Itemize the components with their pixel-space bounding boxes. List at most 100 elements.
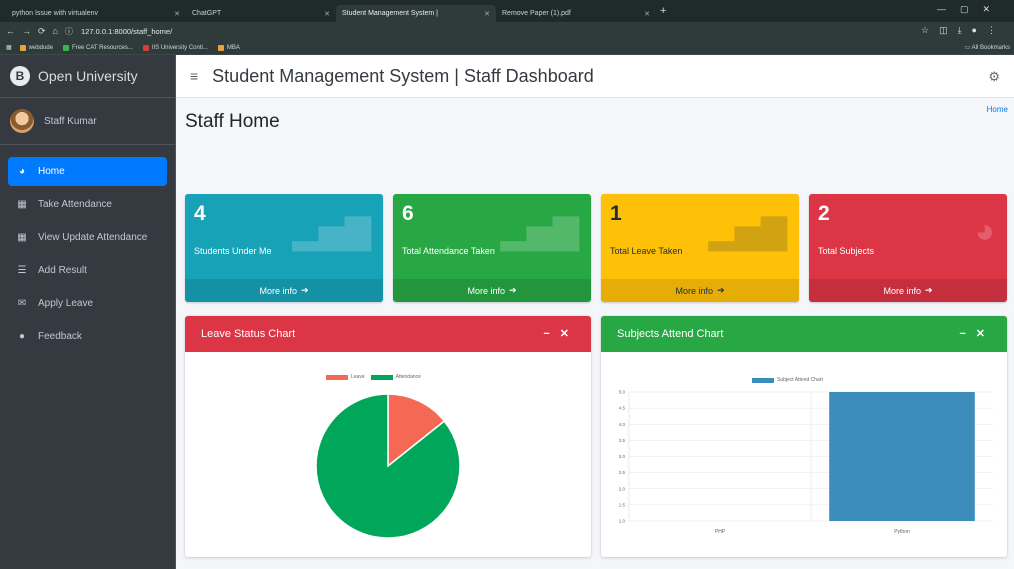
apps-icon[interactable]: ▦ bbox=[6, 44, 12, 51]
sidebar-item-apply-leave[interactable]: ✉ Apply Leave bbox=[8, 289, 167, 318]
all-bookmarks[interactable]: ▭ All Bookmarks bbox=[965, 44, 1010, 51]
y-tick-label: 4.5 bbox=[619, 406, 626, 411]
more-info-label: More info bbox=[259, 285, 297, 296]
browser-tab[interactable]: python Issue with virtualenv ✕ bbox=[6, 5, 186, 22]
close-icon[interactable]: ✕ bbox=[638, 10, 650, 18]
stat-box-attendance: 6 Total Attendance Taken ▂▅▇ More info ➔ bbox=[393, 194, 591, 302]
bookmark-item[interactable]: webdude bbox=[19, 44, 54, 51]
system-title: Student Management System | Staff Dashbo… bbox=[212, 65, 594, 86]
bar-chart-icon: ▂▅▇ bbox=[708, 213, 787, 251]
bar-chart-icon: ▂▅▇ bbox=[292, 213, 371, 251]
stat-box-subjects: 2 Total Subjects ◕ More info ➔ bbox=[809, 194, 1007, 302]
bookmark-icon bbox=[19, 44, 26, 51]
browser-tab-active[interactable]: Student Management System | ✕ bbox=[336, 5, 496, 22]
tachometer-icon: ◕ bbox=[18, 166, 26, 177]
page-header: Staff Home bbox=[176, 98, 1014, 146]
sidebar-item-feedback[interactable]: ● Feedback bbox=[8, 322, 167, 351]
stat-value: 2 bbox=[818, 202, 830, 225]
stat-box-leave: 1 Total Leave Taken ▂▅▇ More info ➔ bbox=[601, 194, 799, 302]
bookmark-label: Free CAT Resources... bbox=[72, 44, 133, 51]
x-tick-label: PHP bbox=[715, 529, 726, 535]
sidebar-item-take-attendance[interactable]: ▦ Take Attendance bbox=[8, 190, 167, 219]
new-tab-icon[interactable]: + bbox=[660, 5, 666, 17]
calendar-alt-icon: ▦ bbox=[17, 232, 27, 243]
sidebar-item-label: Feedback bbox=[38, 331, 82, 342]
envelope-icon: ✉ bbox=[17, 298, 27, 309]
nav-buttons[interactable]: ←→⟳⌂ bbox=[6, 26, 65, 37]
bookmark-item[interactable]: IIS University Conti... bbox=[142, 44, 208, 51]
y-tick-label: 2.0 bbox=[619, 486, 626, 491]
page-title: Staff Home bbox=[185, 111, 280, 132]
subjects-attend-card: Subjects Attend Chart −✕ Subject Attend … bbox=[601, 316, 1007, 557]
tab-label: Student Management System | bbox=[342, 10, 438, 17]
stat-label: Students Under Me bbox=[194, 246, 272, 256]
x-tick-label: Python bbox=[894, 529, 910, 535]
browser-tab-bar: python Issue with virtualenv ✕ ChatGPT ✕… bbox=[0, 0, 1014, 22]
close-icon[interactable]: ✕ bbox=[168, 10, 180, 18]
stat-label: Total Attendance Taken bbox=[402, 246, 495, 256]
y-tick-label: 5.0 bbox=[619, 390, 626, 395]
sidebar-item-label: Take Attendance bbox=[38, 199, 112, 210]
top-navbar: ≡ Student Management System | Staff Dash… bbox=[176, 55, 1014, 98]
more-info-link[interactable]: More info ➔ bbox=[185, 279, 383, 302]
sidebar-item-view-update-attendance[interactable]: ▦ View Update Attendance bbox=[8, 223, 167, 252]
more-info-label: More info bbox=[883, 285, 921, 296]
more-info-link[interactable]: More info ➔ bbox=[601, 279, 799, 302]
address-bar: ←→⟳⌂ ⓘ 127.0.0.1:8000/staff_home/ ☆◫⤓●⋮ bbox=[0, 22, 1014, 41]
user-panel[interactable]: Staff Kumar bbox=[0, 98, 175, 145]
all-bookmarks-label: All Bookmarks bbox=[971, 45, 1010, 51]
sidebar-item-label: Home bbox=[38, 166, 65, 177]
close-icon[interactable]: ✕ bbox=[478, 10, 490, 18]
bookmark-icon bbox=[142, 44, 149, 51]
bookmark-label: webdude bbox=[28, 44, 54, 51]
list-icon: ☰ bbox=[17, 265, 27, 276]
more-info-link[interactable]: More info ➔ bbox=[809, 279, 1007, 302]
leave-status-card: Leave Status Chart −✕ Leave Attendance bbox=[185, 316, 591, 557]
browser-toolbar-icons[interactable]: ☆◫⤓●⋮ bbox=[921, 25, 1006, 36]
stat-boxes: 4 Students Under Me ▂▅▇ More info ➔ 6 Tot… bbox=[185, 194, 1007, 302]
sidebar: B Open University Staff Kumar ◕ Home ▦ T… bbox=[0, 55, 176, 569]
pie-chart-icon: ◕ bbox=[974, 212, 995, 250]
y-tick-label: 3.0 bbox=[619, 454, 626, 459]
close-icon[interactable]: ✕ bbox=[318, 10, 330, 18]
more-info-label: More info bbox=[675, 285, 713, 296]
bar-chart-icon: ▂▅▇ bbox=[500, 213, 579, 251]
bookmark-item[interactable]: Free CAT Resources... bbox=[63, 44, 133, 51]
menu-toggle-icon[interactable]: ≡ bbox=[190, 68, 198, 84]
stat-label: Total Leave Taken bbox=[610, 246, 683, 256]
tab-label: python Issue with virtualenv bbox=[12, 10, 98, 17]
stat-label: Total Subjects bbox=[818, 246, 875, 256]
more-info-link[interactable]: More info ➔ bbox=[393, 279, 591, 302]
url-field[interactable]: 127.0.0.1:8000/staff_home/ bbox=[81, 27, 172, 36]
more-info-label: More info bbox=[467, 285, 505, 296]
y-tick-label: 3.5 bbox=[619, 438, 626, 443]
sidebar-item-label: Apply Leave bbox=[38, 298, 94, 309]
brand-logo-icon: B bbox=[10, 66, 30, 86]
leave-pie-chart bbox=[315, 393, 461, 539]
sidebar-menu: ◕ Home ▦ Take Attendance ▦ View Update A… bbox=[0, 145, 175, 367]
subjects-bar-chart: 5.0 4.5 4.0 3.5 3.0 2.5 2.0 1.5 1.0 PHP Python bbox=[619, 390, 993, 535]
stat-value: 1 bbox=[610, 202, 622, 225]
bookmark-label: MBA bbox=[226, 44, 240, 51]
browser-tab[interactable]: Remove Paper (1).pdf ✕ bbox=[496, 5, 656, 22]
user-name: Staff Kumar bbox=[44, 115, 97, 127]
window-controls[interactable]: —▢✕ bbox=[937, 4, 1004, 15]
bookmark-item[interactable]: MBA bbox=[217, 44, 240, 51]
brand-link[interactable]: B Open University bbox=[0, 55, 175, 98]
browser-tab[interactable]: ChatGPT ✕ bbox=[186, 5, 336, 22]
y-tick-label: 1.5 bbox=[619, 502, 626, 507]
gear-icon[interactable]: ⚙ bbox=[988, 69, 1000, 85]
sidebar-item-add-result[interactable]: ☰ Add Result bbox=[8, 256, 167, 285]
site-info-icon[interactable]: ⓘ bbox=[65, 26, 73, 37]
bookmark-icon bbox=[63, 44, 70, 51]
bar-python[interactable] bbox=[829, 392, 975, 521]
breadcrumb[interactable]: Home bbox=[987, 105, 1008, 114]
stat-value: 4 bbox=[194, 202, 206, 225]
tab-label: ChatGPT bbox=[192, 10, 222, 17]
sidebar-item-home[interactable]: ◕ Home bbox=[8, 157, 167, 186]
bookmarks-bar: ▦ webdude Free CAT Resources... IIS Univ… bbox=[0, 41, 1014, 55]
arrow-circle-right-icon: ➔ bbox=[716, 285, 725, 295]
y-tick-label: 4.0 bbox=[619, 422, 626, 427]
y-tick-label: 1.0 bbox=[619, 519, 626, 524]
brand-name: Open University bbox=[38, 68, 138, 84]
